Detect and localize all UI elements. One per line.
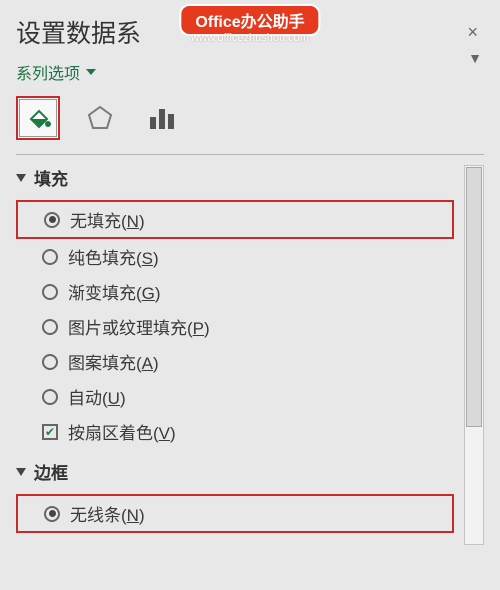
option-label: 自动(U): [68, 384, 126, 409]
radio-icon: [44, 506, 60, 522]
options-column: 填充 无填充(N) 纯色填充(S) 渐变填充(G) 图片或纹理填充(P): [16, 165, 454, 545]
fill-picture-option[interactable]: 图片或纹理填充(P): [16, 309, 454, 344]
radio-icon: [42, 249, 58, 265]
checkbox-icon: ✔: [42, 424, 58, 440]
fill-pattern-option[interactable]: 图案填充(A): [16, 344, 454, 379]
pentagon-icon: [85, 103, 115, 133]
scrollbar-thumb[interactable]: [466, 167, 482, 427]
scroll-area: 填充 无填充(N) 纯色填充(S) 渐变填充(G) 图片或纹理填充(P): [16, 165, 484, 545]
fill-section-label: 填充: [34, 165, 68, 190]
format-pane: 设置数据系 × ▼ 系列选项: [0, 0, 500, 590]
border-section-label: 边框: [34, 459, 68, 484]
fill-auto-option[interactable]: 自动(U): [16, 379, 454, 414]
fill-gradient-option[interactable]: 渐变填充(G): [16, 274, 454, 309]
border-section: 边框 无线条(N): [16, 459, 454, 533]
bar-chart-icon: [147, 105, 177, 131]
series-options-dropdown[interactable]: 系列选项: [16, 60, 96, 84]
vary-colors-option[interactable]: ✔ 按扇区着色(V): [16, 414, 454, 449]
option-label: 无线条(N): [70, 501, 145, 526]
option-label: 无填充(N): [70, 207, 145, 232]
option-label: 图案填充(A): [68, 349, 159, 374]
fill-section-header[interactable]: 填充: [16, 165, 454, 190]
tab-effects[interactable]: [78, 96, 122, 140]
tab-fill-line[interactable]: [16, 96, 60, 140]
fill-solid-option[interactable]: 纯色填充(S): [16, 239, 454, 274]
option-label: 纯色填充(S): [68, 244, 159, 269]
triangle-down-icon: [16, 174, 26, 182]
option-label: 图片或纹理填充(P): [68, 314, 210, 339]
option-label: 渐变填充(G): [68, 279, 161, 304]
separator: [16, 154, 484, 155]
tab-series-options[interactable]: [140, 96, 184, 140]
option-label: 按扇区着色(V): [68, 419, 176, 444]
triangle-down-icon: [16, 468, 26, 476]
vertical-scrollbar[interactable]: [464, 165, 484, 545]
radio-icon: [42, 319, 58, 335]
chevron-down-icon[interactable]: ▼: [468, 50, 482, 66]
watermark-url: www.officezhushou.com: [191, 32, 309, 44]
pane-title: 设置数据系: [16, 14, 141, 50]
series-options-label: 系列选项: [16, 60, 80, 84]
radio-icon: [42, 354, 58, 370]
caret-down-icon: [86, 69, 96, 75]
radio-icon: [42, 284, 58, 300]
border-section-header[interactable]: 边框: [16, 459, 454, 484]
close-icon[interactable]: ×: [461, 22, 484, 43]
fill-none-option[interactable]: 无填充(N): [16, 200, 454, 239]
radio-icon: [44, 212, 60, 228]
category-tabs: [16, 96, 484, 140]
paint-bucket-icon: [23, 103, 53, 133]
radio-icon: [42, 389, 58, 405]
fill-section: 填充 无填充(N) 纯色填充(S) 渐变填充(G) 图片或纹理填充(P): [16, 165, 454, 449]
border-none-option[interactable]: 无线条(N): [16, 494, 454, 533]
